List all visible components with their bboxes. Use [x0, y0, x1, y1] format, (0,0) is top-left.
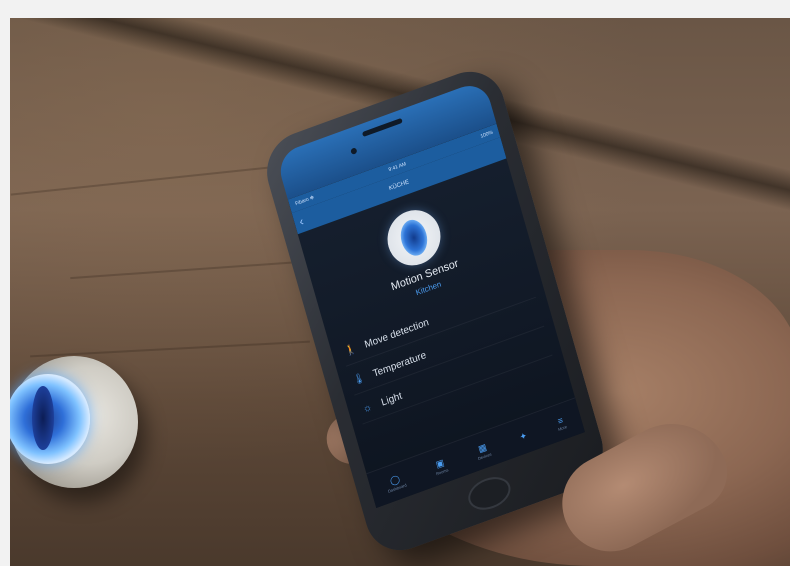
tab-more[interactable]: ≡ More	[555, 414, 567, 432]
wood-grain	[30, 340, 310, 358]
battery-label: 100%	[479, 129, 494, 140]
home-button	[464, 471, 515, 516]
wood-grain	[10, 162, 310, 196]
sensor-pupil	[32, 386, 54, 450]
photo: Fibaro ✻ 9:41 AM 100% ‹ KÜCHE Motion Sen…	[10, 18, 790, 566]
thermometer-icon: 🌡	[351, 371, 367, 387]
tab-devices[interactable]: ▦ Devices	[474, 441, 492, 461]
tab-dashboard[interactable]: ◯ Dashboard	[384, 472, 407, 493]
sensor-lens	[10, 374, 90, 464]
device-avatar	[381, 202, 447, 274]
tab-rooms[interactable]: ▣ Rooms	[433, 457, 448, 476]
sensor-eye-icon	[396, 215, 432, 260]
motion-sensor-device	[10, 356, 138, 488]
walk-icon: 🚶	[343, 342, 359, 358]
scenes-icon: ✦	[518, 429, 529, 442]
sun-icon: ☼	[361, 401, 374, 415]
nav-spacer	[490, 148, 503, 153]
tab-scenes[interactable]: ✦	[518, 430, 528, 443]
